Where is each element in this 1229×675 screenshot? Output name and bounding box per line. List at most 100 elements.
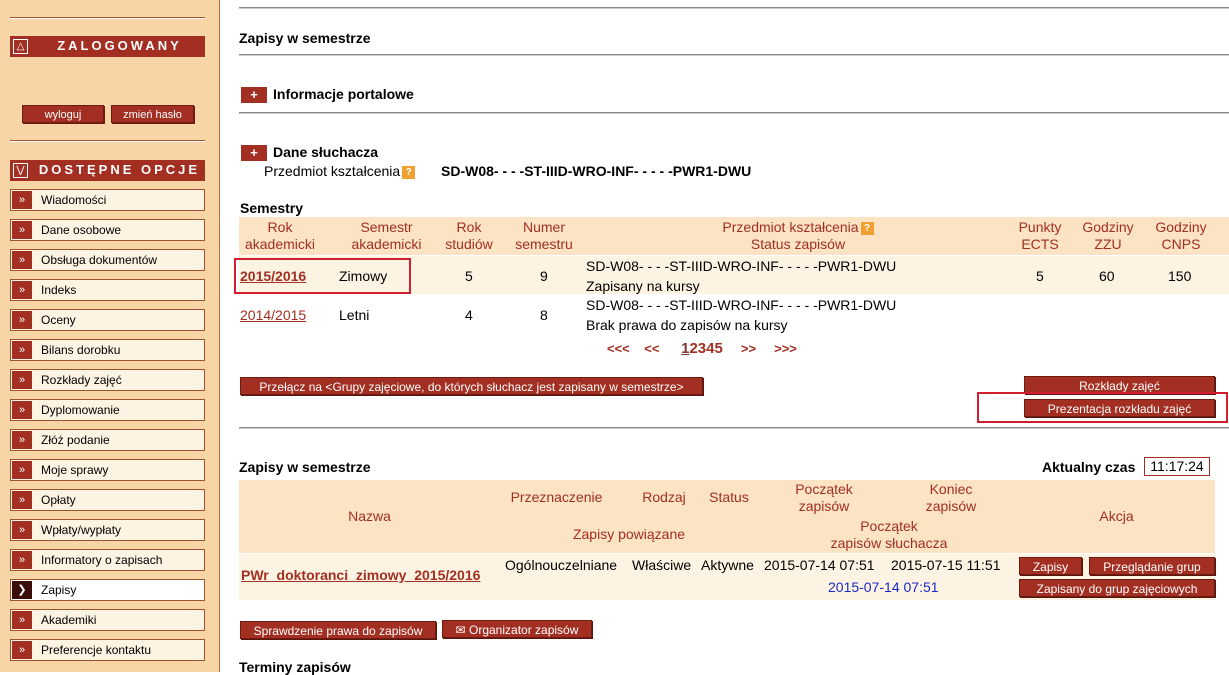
sidebar-item-label: Oceny <box>41 313 76 327</box>
study-year-cell: 4 <box>465 307 473 323</box>
pager-page[interactable]: 2 <box>689 340 697 357</box>
double-chevron-right-icon: » <box>12 461 32 479</box>
sidebar-item-label: Bilans dorobku <box>41 343 121 357</box>
switch-view-button[interactable]: Przełącz na <Grupy zajęciowe, do których… <box>240 377 703 395</box>
pager-next[interactable]: >> <box>741 341 756 356</box>
current-time-value: 11:17:24 <box>1144 457 1210 476</box>
pager-prev[interactable]: << <box>644 341 659 356</box>
sidebar-item-label: Indeks <box>41 283 77 297</box>
sidebar-item[interactable]: » Indeks <box>10 279 205 301</box>
logged-in-header: △ ZALOGOWANY <box>10 36 205 57</box>
kind-cell: Właściwe <box>632 557 692 573</box>
divider <box>239 112 1229 114</box>
pager-page[interactable]: 3 <box>698 340 706 357</box>
sidebar-item-label: Obsługa dokumentów <box>41 253 158 267</box>
col-name: Nazwa <box>348 508 391 524</box>
sidebar-item-label: Preferencje kontaktu <box>41 643 152 657</box>
sidebar: △ ZALOGOWANY wyloguj zmień hasło ⋁ DOSTĘ… <box>0 0 220 672</box>
col-student-start: Początek zapisów słuchacza <box>830 518 948 551</box>
expand-plus-icon[interactable]: + <box>241 87 267 104</box>
sidebar-item[interactable]: » Dyplomowanie <box>10 399 205 421</box>
sidebar-item[interactable]: » Preferencje kontaktu <box>10 639 205 661</box>
highlight-box <box>977 392 1228 423</box>
double-chevron-down-icon: ⋁ <box>13 163 28 178</box>
study-year-cell: 5 <box>465 268 473 284</box>
study-subject-label: Przedmiot kształcenia? <box>264 163 416 179</box>
sidebar-item-label: Dane osobowe <box>41 223 122 237</box>
col-action: Akcja <box>1099 508 1134 524</box>
change-password-button[interactable]: zmień hasło <box>111 105 194 123</box>
divider <box>239 54 1229 56</box>
zzu-cell: 60 <box>1099 268 1115 284</box>
logout-button[interactable]: wyloguj <box>22 105 104 123</box>
col-ects: Punkty ECTS <box>1018 219 1062 252</box>
sidebar-item-label: Zapisy <box>41 583 77 597</box>
sidebar-item[interactable]: » Złóż podanie <box>10 429 205 451</box>
sidebar-item-label: Wpłaty/wypłaty <box>41 523 122 537</box>
pager-first[interactable]: <<< <box>607 341 630 356</box>
sidebar-item-label: Rozkłady zajęć <box>41 373 122 387</box>
sidebar-item[interactable]: » Rozkłady zajęć <box>10 369 205 391</box>
sidebar-item[interactable]: ❯ Zapisy <box>10 579 205 601</box>
status-cell: Zapisany na kursy <box>586 278 700 294</box>
double-chevron-right-icon: » <box>12 191 32 209</box>
envelope-icon: ✉ <box>455 623 466 637</box>
col-enroll-start: Początek zapisów <box>795 481 853 514</box>
sidebar-item[interactable]: » Opłaty <box>10 489 205 511</box>
divider <box>239 7 1229 9</box>
double-chevron-right-icon: » <box>12 281 32 299</box>
chevron-right-icon: ❯ <box>12 581 32 599</box>
enroll-end-cell: 2015-07-15 11:51 <box>891 557 1001 573</box>
col-study-year: Rok studiów <box>445 219 493 252</box>
help-icon[interactable]: ? <box>860 221 874 235</box>
status-cell: Aktywne <box>701 557 754 573</box>
portal-info-section[interactable]: + Informacje portalowe <box>241 86 414 104</box>
col-semester-number: Numer semestru <box>515 219 573 252</box>
subject-cell: SD-W08- - - -ST-IIID-WRO-INF- - - - -PWR… <box>586 297 897 313</box>
double-chevron-right-icon: » <box>12 311 32 329</box>
col-enroll-end: Koniec zapisów <box>925 481 977 514</box>
sidebar-item[interactable]: » Moje sprawy <box>10 459 205 481</box>
pager-last[interactable]: >>> <box>774 341 797 356</box>
col-subject-status: Przedmiot kształcenia? Status zapisów <box>585 219 1011 253</box>
enroll-button[interactable]: Zapisy <box>1019 557 1082 575</box>
double-chevron-right-icon: » <box>12 341 32 359</box>
col-semester: Semestr akademicki <box>351 219 422 252</box>
student-data-section[interactable]: + Dane słuchacza <box>241 144 378 162</box>
help-icon[interactable]: ? <box>402 165 416 179</box>
divider <box>239 427 1229 429</box>
pager-page[interactable]: 5 <box>714 340 722 357</box>
check-rights-button[interactable]: Sprawdzenie prawa do zapisów <box>240 621 436 639</box>
sidebar-item[interactable]: » Wiadomości <box>10 189 205 211</box>
sidebar-item-label: Moje sprawy <box>41 463 109 477</box>
enroll-start-cell: 2015-07-14 07:51 <box>764 557 875 573</box>
enrolled-groups-button[interactable]: Zapisany do grup zajęciowych <box>1019 579 1215 597</box>
sidebar-item-label: Wiadomości <box>41 193 107 207</box>
sidebar-item-label: Informatory o zapisach <box>41 553 163 567</box>
double-chevron-right-icon: » <box>12 401 32 419</box>
academic-year-link[interactable]: 2014/2015 <box>240 307 306 323</box>
sidebar-item[interactable]: » Akademiki <box>10 609 205 631</box>
col-kind: Rodzaj <box>642 489 686 505</box>
study-subject-value: SD-W08- - - -ST-IIID-WRO-INF- - - - -PWR… <box>441 163 752 179</box>
sidebar-item[interactable]: » Dane osobowe <box>10 219 205 241</box>
double-chevron-right-icon: » <box>12 551 32 569</box>
sidebar-item-label: Opłaty <box>41 493 76 507</box>
sidebar-item[interactable]: » Oceny <box>10 309 205 331</box>
sidebar-divider <box>10 140 205 142</box>
col-zzu: Godziny ZZU <box>1082 219 1134 252</box>
sidebar-item-label: Dyplomowanie <box>41 403 120 417</box>
browse-groups-button[interactable]: Przeglądanie grup <box>1089 557 1215 575</box>
semester-number-cell: 8 <box>540 307 548 323</box>
sidebar-item[interactable]: » Wpłaty/wypłaty <box>10 519 205 541</box>
available-options-header: ⋁ DOSTĘPNE OPCJE <box>10 160 205 181</box>
enrollment-name-link[interactable]: PWr_doktoranci_zimowy_2015/2016 <box>241 567 480 583</box>
organizer-button[interactable]: ✉ Organizator zapisów <box>442 620 592 638</box>
sidebar-item[interactable]: » Obsługa dokumentów <box>10 249 205 271</box>
double-chevron-right-icon: » <box>12 611 32 629</box>
sidebar-item[interactable]: » Informatory o zapisach <box>10 549 205 571</box>
sidebar-item[interactable]: » Bilans dorobku <box>10 339 205 361</box>
cnps-cell: 150 <box>1168 268 1192 284</box>
expand-plus-icon[interactable]: + <box>241 145 267 162</box>
status-cell: Brak prawa do zapisów na kursy <box>586 317 788 333</box>
